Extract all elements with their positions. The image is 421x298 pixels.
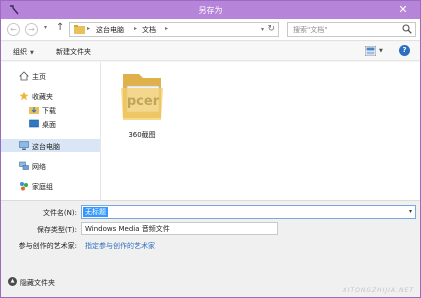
save-form: 文件名(N): 无标题 ▾ 保存类型(T): Windows Media 音频文… xyxy=(1,200,420,258)
authors-link[interactable]: 指定参与创作的艺术家 xyxy=(85,241,155,251)
dialog-footer: ▲ 隐藏文件夹 XITONGZHIJIA.NET xyxy=(1,258,420,297)
folder-item[interactable]: pcer 360截图 xyxy=(113,66,171,142)
collapse-icon[interactable]: ▲ xyxy=(8,277,17,286)
address-bar[interactable]: ▸ 这台电脑 ▸ 文档 ▸ ▾ ↻ xyxy=(69,22,279,37)
forward-button[interactable]: → xyxy=(25,23,38,36)
chevron-down-icon: ▼ xyxy=(30,50,34,56)
nav-item-network[interactable]: 网络 xyxy=(32,162,46,172)
filename-label: 文件名(N): xyxy=(42,209,77,217)
path-separator: ▸ xyxy=(87,25,91,32)
nav-item-desktop[interactable]: 桌面 xyxy=(42,120,56,130)
network-icon xyxy=(19,161,29,170)
recent-locations-dropdown[interactable]: ▾ xyxy=(44,24,47,31)
filetype-select[interactable]: Windows Media 音频文件 xyxy=(81,222,278,235)
close-button[interactable]: ✕ xyxy=(393,3,413,17)
title-bar[interactable]: 另存为 ✕ xyxy=(1,1,420,19)
computer-icon xyxy=(19,141,29,150)
file-list: pcer 360截图 xyxy=(101,62,420,200)
refresh-icon[interactable]: ↻ xyxy=(267,24,275,34)
filetype-label: 保存类型(T): xyxy=(36,226,77,234)
filename-value[interactable]: 无标题 xyxy=(83,207,108,217)
save-as-dialog: 另存为 ✕ ← → ▾ ↑ ▸ 这台电脑 ▸ 文档 ▸ ▾ ↻ 搜索"文档" 组… xyxy=(0,0,421,298)
nav-item-favorites[interactable]: 收藏夹 xyxy=(32,92,53,102)
nav-item-homegroup[interactable]: 家庭组 xyxy=(32,182,53,192)
filename-input[interactable]: 无标题 ▾ xyxy=(81,205,416,219)
path-separator: ▸ xyxy=(134,25,138,32)
window-title: 另存为 xyxy=(198,6,223,15)
nav-item-home[interactable]: 主页 xyxy=(32,72,46,82)
organize-label: 组织 xyxy=(13,48,27,56)
folder-name: 360截图 xyxy=(128,131,156,139)
watermark: XITONGZHIJIA.NET xyxy=(342,287,414,294)
filename-dropdown-icon[interactable]: ▾ xyxy=(409,208,412,215)
command-toolbar: 组织 ▼ 新建文件夹 ▼ ? xyxy=(1,42,420,61)
desktop-icon xyxy=(29,119,39,128)
folder-icon: pcer xyxy=(121,74,163,120)
authors-label: 参与创作的艺术家: xyxy=(18,242,77,250)
up-button[interactable]: ↑ xyxy=(56,22,64,33)
search-icon[interactable] xyxy=(402,24,412,34)
view-options-icon[interactable] xyxy=(365,46,376,56)
folder-icon xyxy=(74,25,85,34)
search-input[interactable]: 搜索"文档" xyxy=(287,22,416,37)
nav-item-this-pc[interactable]: 这台电脑 xyxy=(32,142,60,152)
search-placeholder: 搜索"文档" xyxy=(293,26,328,34)
homegroup-icon xyxy=(20,182,28,191)
home-icon xyxy=(19,71,29,81)
path-separator: ▸ xyxy=(165,25,169,32)
download-folder-icon xyxy=(29,107,39,114)
new-folder-button[interactable]: 新建文件夹 xyxy=(56,47,91,57)
view-dropdown-icon[interactable]: ▼ xyxy=(379,48,383,54)
star-icon xyxy=(19,91,29,101)
address-row: ← → ▾ ↑ ▸ 这台电脑 ▸ 文档 ▸ ▾ ↻ 搜索"文档" xyxy=(1,19,420,41)
help-icon[interactable]: ? xyxy=(399,45,410,56)
breadcrumb-this-pc[interactable]: 这台电脑 xyxy=(96,25,124,35)
address-history-dropdown[interactable]: ▾ xyxy=(261,26,264,33)
hide-folders-button[interactable]: 隐藏文件夹 xyxy=(20,278,55,288)
navigation-pane: 主页 收藏夹 下载 桌面 这台电脑 网络 家庭组 xyxy=(1,62,101,200)
organize-button[interactable]: 组织 ▼ xyxy=(13,47,34,57)
filetype-value: Windows Media 音频文件 xyxy=(85,225,170,233)
back-button[interactable]: ← xyxy=(7,23,20,36)
nav-item-downloads[interactable]: 下载 xyxy=(42,106,56,116)
breadcrumb-documents[interactable]: 文档 xyxy=(142,25,156,35)
